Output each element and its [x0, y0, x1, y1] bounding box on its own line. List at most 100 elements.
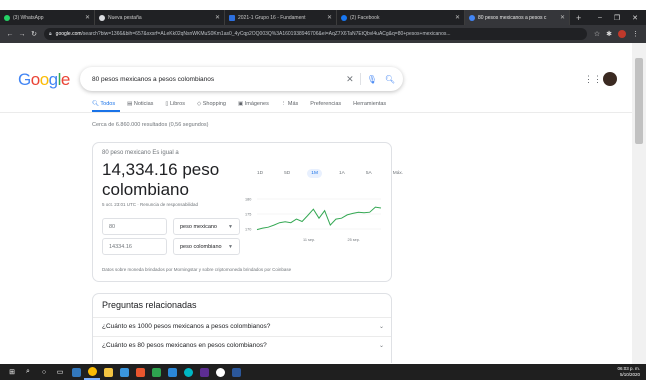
app-icon[interactable]	[212, 364, 228, 380]
dropdown-arrow-icon: ▼	[228, 223, 233, 230]
news-icon: ▤	[127, 101, 133, 107]
whatsapp-icon	[4, 14, 10, 21]
logo-letter: o	[39, 70, 49, 89]
search-filters: 🔍︎ Todos ▤ Noticias ▯ Libros ◇ Shopping …	[92, 101, 386, 107]
range-1a[interactable]: 1A	[335, 169, 349, 178]
filter-imagenes[interactable]: ▣ Imágenes	[238, 101, 269, 107]
system-clock[interactable]: 06:03 p. m. 5/10/2020	[617, 366, 646, 378]
close-window-button[interactable]: ✕	[632, 14, 638, 22]
filter-shopping[interactable]: ◇ Shopping	[197, 101, 226, 107]
menu-dots-icon[interactable]: ⋮	[632, 30, 639, 38]
range-1m[interactable]: 1M	[307, 169, 322, 178]
filter-libros[interactable]: ▯ Libros	[165, 101, 185, 107]
question-text: ¿Cuánto es 80 pesos mexicanos en pesos c…	[102, 342, 267, 349]
to-currency-select[interactable]: peso colombiano ▼	[173, 238, 240, 255]
conversion-label: 80 peso mexicano Es igual a	[102, 150, 179, 156]
search-box[interactable]: 80 pesos mexicanos a pesos colombianos ✕…	[80, 67, 403, 91]
data-source-disclaimer[interactable]: Datos sobre moneda brindados por Morning…	[102, 267, 291, 272]
to-amount-input[interactable]: 14334.16	[102, 238, 167, 255]
search-input[interactable]: 80 pesos mexicanos a pesos colombianos	[92, 76, 346, 83]
file-explorer-icon[interactable]	[100, 364, 116, 380]
star-icon[interactable]: ☆	[594, 30, 600, 38]
related-question-item[interactable]: ¿Cuánto es 1000 pesos mexicanos a pesos …	[93, 317, 391, 335]
app-icon[interactable]	[148, 364, 164, 380]
minimize-button[interactable]: –	[598, 14, 602, 22]
search-icon[interactable]: ⌕	[20, 364, 36, 380]
app-icon[interactable]	[180, 364, 196, 380]
microphone-icon[interactable]: 🎙︎	[367, 75, 377, 84]
tag-icon: ◇	[196, 101, 202, 107]
windows-start-icon[interactable]: ⊞	[4, 364, 20, 380]
range-5d[interactable]: 5D	[280, 169, 294, 178]
logo-letter: G	[18, 70, 31, 89]
logo-letter: g	[48, 70, 58, 89]
lock-icon: 🔒︎	[49, 31, 52, 37]
word-icon[interactable]	[228, 364, 244, 380]
close-icon[interactable]: ✕	[560, 14, 565, 21]
edge-icon[interactable]	[68, 364, 84, 380]
scrollbar-thumb[interactable]	[635, 58, 643, 144]
from-currency-value: peso mexicano	[180, 223, 217, 230]
tab-moodle[interactable]: 2021-1 Grupo 16 - Fundament ✕	[225, 10, 337, 25]
tab-facebook[interactable]: (2) Facebook ✕	[337, 10, 465, 25]
cortana-icon[interactable]: ○	[36, 364, 52, 380]
filter-herramientas[interactable]: Herramientas	[353, 101, 386, 107]
to-amount-value: 14334.16	[109, 243, 132, 250]
restore-button[interactable]: ❐	[614, 14, 620, 22]
close-icon[interactable]: ✕	[215, 14, 220, 21]
conversion-result: 14,334.16 peso colombiano	[102, 160, 220, 199]
google-logo[interactable]: Google	[18, 70, 70, 90]
image-icon: ▣	[237, 101, 244, 107]
result-stats: Cerca de 6.860.000 resultados (0,56 segu…	[92, 122, 209, 128]
tab-title: (2) Facebook	[350, 14, 380, 21]
range-max[interactable]: Máx.	[389, 169, 407, 178]
store-icon[interactable]	[116, 364, 132, 380]
task-view-icon[interactable]: ▭	[52, 364, 68, 380]
clear-icon[interactable]: ✕	[346, 74, 354, 85]
book-icon: ▯	[165, 101, 169, 107]
range-1d[interactable]: 1D	[253, 169, 267, 178]
range-5a[interactable]: 5A	[362, 169, 376, 178]
close-icon[interactable]: ✕	[85, 14, 90, 21]
close-icon[interactable]: ✕	[327, 14, 332, 21]
profile-icon[interactable]	[618, 30, 626, 38]
to-currency-value: peso colombiano	[180, 243, 222, 250]
filter-noticias[interactable]: ▤ Noticias	[127, 101, 153, 107]
tab-new[interactable]: Nueva pestaña ✕	[95, 10, 225, 25]
question-text: ¿Cuánto es 1000 pesos mexicanos a pesos …	[102, 323, 271, 330]
chrome-icon[interactable]	[84, 364, 100, 380]
search-icon[interactable]: 🔍︎	[385, 75, 395, 84]
filter-preferencias[interactable]: Preferencias	[310, 101, 341, 107]
currency-converter-card: 80 peso mexicano Es igual a 14,334.16 pe…	[92, 142, 403, 282]
more-icon: ⋮	[280, 101, 287, 107]
divider	[359, 73, 361, 85]
address-bar[interactable]: 🔒︎ google.com /search?biw=1366&bih=657&s…	[44, 28, 587, 40]
forward-arrow-icon[interactable]: →	[16, 31, 28, 38]
tab-google-search[interactable]: 80 pesos mexicanos a pesos c ✕	[465, 10, 570, 25]
clock-date: 5/10/2020	[619, 372, 640, 377]
exchange-rate-chart[interactable]: 180 175 170 11 sep. 25 sep.	[243, 187, 383, 253]
account-avatar[interactable]	[603, 72, 617, 86]
reload-icon[interactable]: ↻	[28, 30, 40, 38]
conversion-timestamp[interactable]: 5 oct. 23:01 UTC · Renuncia de responsab…	[102, 202, 198, 207]
new-tab-button[interactable]: +	[570, 13, 587, 23]
filter-label: Todos	[100, 101, 116, 107]
tab-whatsapp[interactable]: (3) WhatsApp ✕	[0, 10, 95, 25]
url-path: /search?biw=1366&bih=657&sxsrf=ALeKk02qN…	[81, 31, 451, 37]
dropdown-arrow-icon: ▼	[228, 243, 233, 250]
from-currency-select[interactable]: peso mexicano ▼	[173, 218, 240, 235]
filter-label: Noticias	[133, 101, 154, 107]
app-icon[interactable]	[196, 364, 212, 380]
x-tick-label: 11 sep.	[303, 238, 315, 242]
close-icon[interactable]: ✕	[455, 14, 460, 21]
tab-title: 80 pesos mexicanos a pesos c	[478, 14, 547, 21]
from-amount-input[interactable]: 80	[102, 218, 167, 235]
app-icon[interactable]	[164, 364, 180, 380]
filter-todos[interactable]: 🔍︎ Todos	[92, 101, 115, 107]
extensions-icon[interactable]: ✱	[606, 30, 612, 38]
mail-icon[interactable]	[132, 364, 148, 380]
related-question-item[interactable]: ¿Cuánto es 80 pesos mexicanos en pesos c…	[93, 336, 391, 354]
back-arrow-icon[interactable]: ←	[4, 31, 16, 38]
filter-mas[interactable]: ⋮ Más	[281, 101, 298, 107]
filter-label: Imágenes	[244, 101, 269, 107]
